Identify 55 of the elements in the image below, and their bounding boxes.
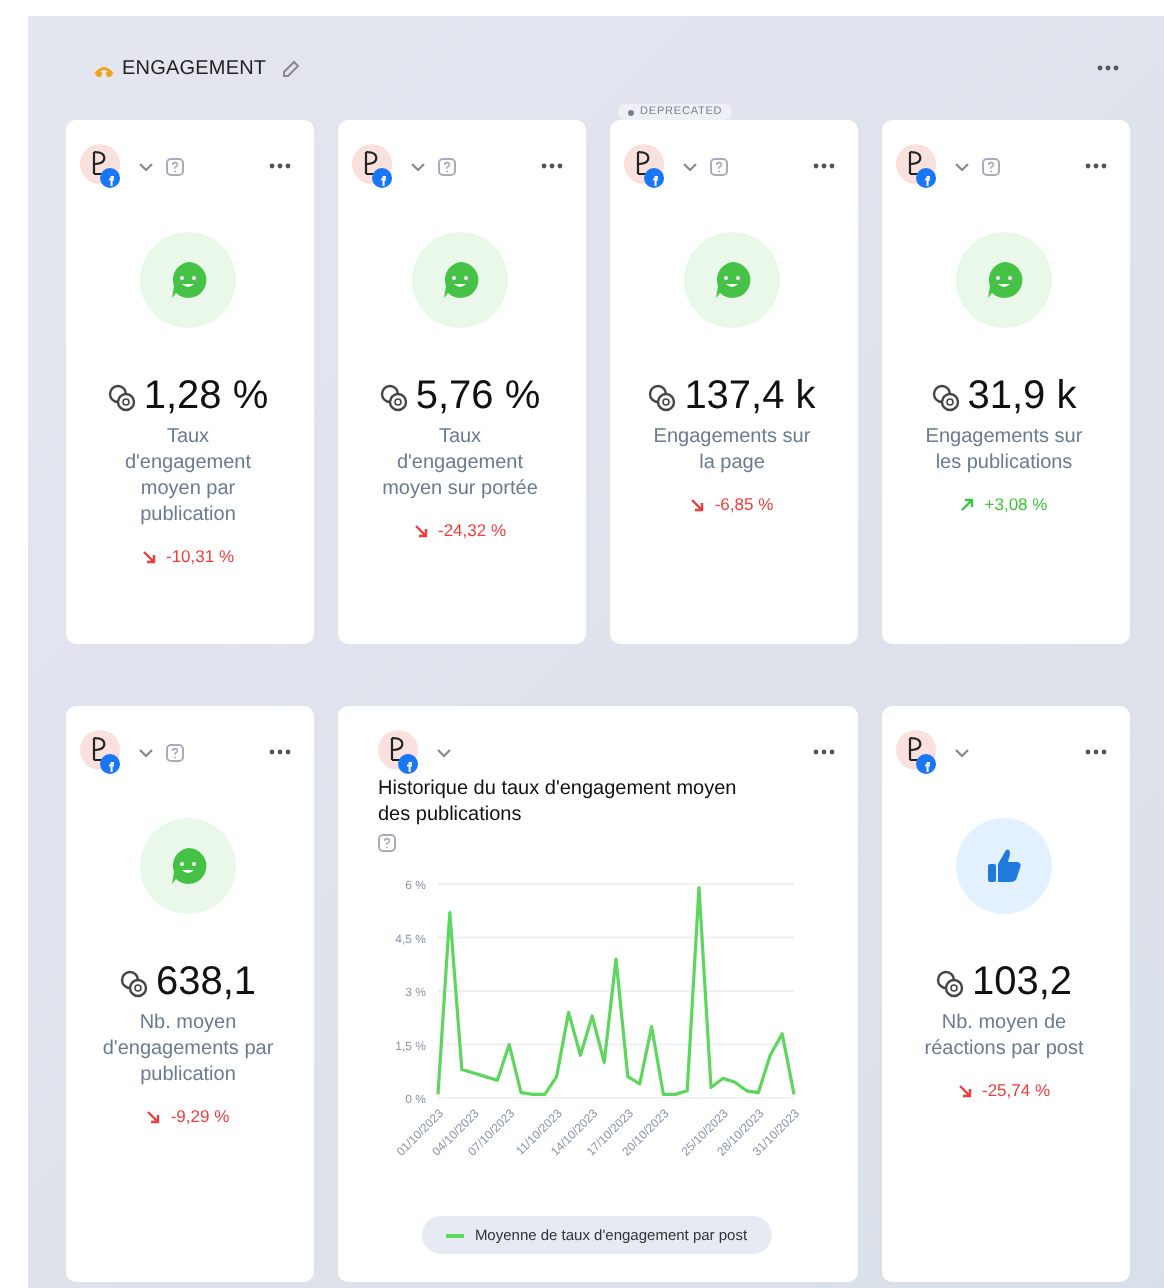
- account-avatar-icon[interactable]: [896, 144, 940, 188]
- metric-value: 31,9 k: [967, 374, 1077, 420]
- chat-bubble-icon: [140, 818, 236, 914]
- account-avatar-icon[interactable]: [352, 144, 396, 188]
- chevron-down-icon[interactable]: [410, 161, 426, 171]
- metric-value: 103,2: [971, 960, 1073, 1006]
- trend-value: -6,85 %: [714, 494, 774, 514]
- chat-bubble-icon: [956, 232, 1052, 328]
- coins-icon: [379, 383, 408, 411]
- chart-title: Historique du taux d'engagement moyen des publications: [378, 776, 739, 828]
- more-icon[interactable]: [268, 162, 292, 170]
- account-avatar-icon[interactable]: [624, 144, 668, 188]
- trend-value: -25,74 %: [981, 1080, 1051, 1100]
- metric-label: Nb. moyen d'engagements par publication: [102, 1010, 274, 1088]
- metric-value: 137,4 k: [684, 374, 816, 420]
- chevron-down-icon[interactable]: [436, 747, 452, 757]
- section-title: ENGAGEMENT: [122, 57, 267, 79]
- trend-value: -24,32 %: [437, 520, 507, 540]
- coins-icon: [931, 383, 960, 411]
- chevron-down-icon[interactable]: [138, 747, 154, 757]
- coins-icon: [935, 969, 964, 997]
- account-avatar-icon[interactable]: [80, 144, 124, 188]
- metric-label: Engagements sur la page: [651, 424, 813, 476]
- metric-value: 638,1: [155, 960, 257, 1006]
- more-icon[interactable]: [268, 748, 292, 756]
- metric-value: 1,28 %: [143, 374, 269, 420]
- metric-label: Taux d'engagement moyen par publication: [122, 424, 254, 528]
- chat-bubble-icon: [140, 232, 236, 328]
- chevron-down-icon[interactable]: [954, 747, 970, 757]
- trend-value: +3,08 %: [984, 494, 1048, 514]
- coins-icon: [648, 383, 677, 411]
- more-icon[interactable]: [1096, 64, 1120, 72]
- more-icon[interactable]: [812, 748, 836, 756]
- chevron-down-icon[interactable]: [954, 161, 970, 171]
- account-avatar-icon[interactable]: [378, 730, 422, 774]
- pencil-icon[interactable]: [280, 57, 303, 79]
- chat-bubble-icon: [684, 232, 780, 328]
- thumbs-up-icon: [956, 818, 1052, 914]
- more-icon[interactable]: [1084, 748, 1108, 756]
- account-avatar-icon[interactable]: [896, 730, 940, 774]
- more-icon[interactable]: [1084, 162, 1108, 170]
- coins-icon: [107, 383, 136, 411]
- trend-value: -10,31 %: [165, 546, 235, 566]
- metric-label: Nb. moyen de réactions par post: [922, 1010, 1086, 1062]
- chevron-down-icon[interactable]: [138, 161, 154, 171]
- chevron-down-icon[interactable]: [682, 161, 698, 171]
- coins-icon: [119, 969, 148, 997]
- more-icon[interactable]: [812, 162, 836, 170]
- more-icon[interactable]: [540, 162, 564, 170]
- trend-value: -9,29 %: [170, 1106, 230, 1126]
- metric-label: Taux d'engagement moyen sur portée: [380, 424, 540, 502]
- account-avatar-icon[interactable]: [80, 730, 124, 774]
- chat-bubble-icon: [412, 232, 508, 328]
- metric-label: Engagements sur les publications: [923, 424, 1085, 476]
- metric-value: 5,76 %: [415, 374, 541, 420]
